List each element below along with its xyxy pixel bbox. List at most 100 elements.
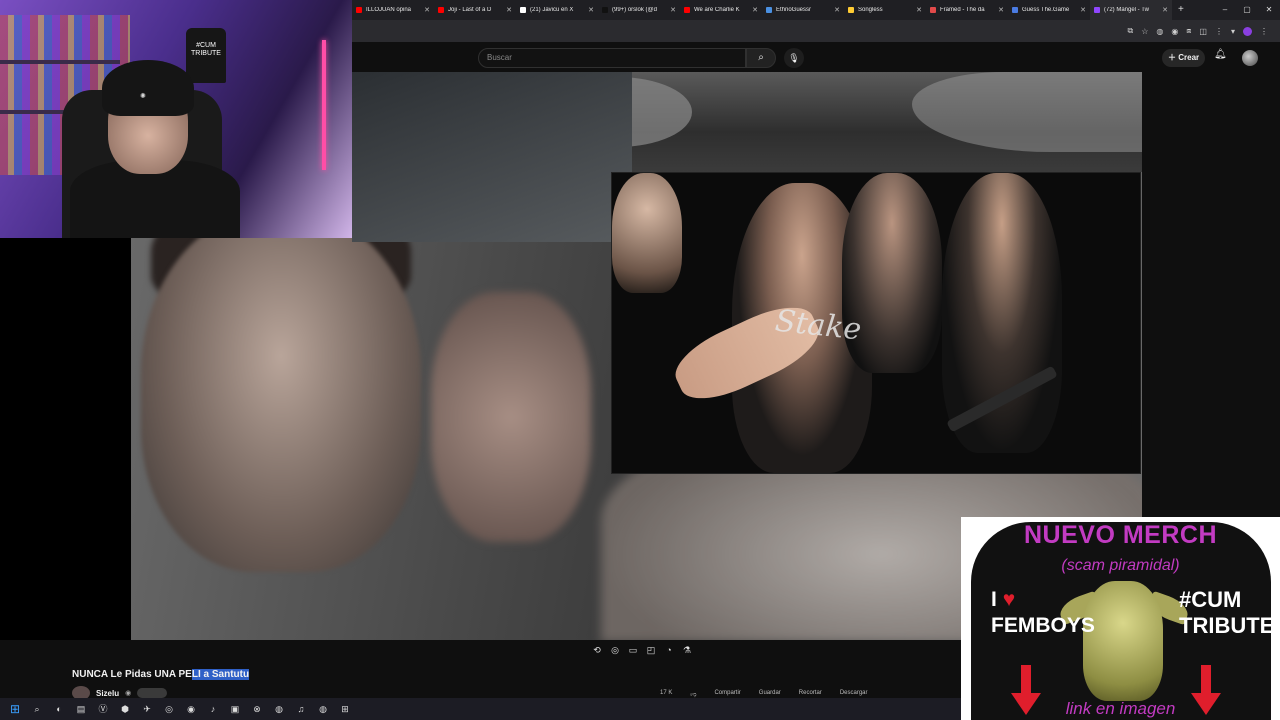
- loop-icon[interactable]: ⟲: [592, 645, 602, 656]
- menu-icon[interactable]: ⋮: [1215, 27, 1223, 36]
- browser-tab[interactable]: (21) Javicu en X ✕: [516, 0, 598, 20]
- account-avatar[interactable]: [1242, 50, 1258, 66]
- bookmark-star-icon[interactable]: ☆: [1141, 27, 1148, 36]
- screenshot-icon[interactable]: ◰: [646, 645, 656, 656]
- merch-title: NUEVO MERCH: [1023, 521, 1217, 549]
- sidebar-icon[interactable]: ◫: [1199, 27, 1207, 36]
- miniplayer-icon[interactable]: ▭: [628, 645, 638, 656]
- browser-menu-icon[interactable]: ⋮: [1260, 27, 1268, 36]
- tab-close-icon[interactable]: ✕: [1162, 6, 1168, 14]
- tab-favicon-icon: [438, 7, 444, 13]
- tab-favicon-icon: [684, 7, 690, 13]
- video-title-selection: LI a Santutu: [191, 669, 250, 680]
- channel-name[interactable]: Sizelu: [96, 689, 119, 698]
- taskbar-chrome-icon[interactable]: ♫: [294, 702, 308, 716]
- taskbar-steam-icon[interactable]: ◐: [52, 702, 66, 716]
- taskbar-store-icon[interactable]: ⊗: [250, 702, 264, 716]
- video-title: NUNCA Le Pidas UNA PELI a Santutu: [72, 669, 250, 680]
- clip-button[interactable]: Recortar: [799, 690, 822, 698]
- neon-light: [322, 40, 326, 170]
- extension-icon[interactable]: ◍: [1156, 27, 1163, 36]
- goblin-image: [1083, 581, 1163, 701]
- like-button[interactable]: 17 K: [660, 690, 672, 698]
- tab-search-icon[interactable]: ▾: [1231, 27, 1235, 36]
- taskbar-xbox-icon[interactable]: ◍: [272, 702, 286, 716]
- taskbar-v-icon[interactable]: ⬢: [118, 702, 132, 716]
- taskbar-folder-icon[interactable]: ✈: [140, 702, 154, 716]
- extension-icon[interactable]: ◉: [1171, 27, 1178, 36]
- close-icon[interactable]: ✕: [1258, 0, 1280, 20]
- tab-close-icon[interactable]: ✕: [670, 6, 676, 14]
- tab-close-icon[interactable]: ✕: [1080, 6, 1086, 14]
- video-frame-left: [352, 72, 632, 242]
- tab-close-icon[interactable]: ✕: [752, 6, 758, 14]
- browser-tab[interactable]: Framed - The da ✕: [926, 0, 1008, 20]
- tab-close-icon[interactable]: ✕: [424, 6, 430, 14]
- browser-toolbar: ⧉ ☆ ◍ ◉ ⧈ ◫ ⋮ ▾ ⋮: [352, 20, 1280, 42]
- taskbar-discord-icon[interactable]: ♪: [206, 702, 220, 716]
- person-figure: [612, 173, 682, 293]
- browser-tab[interactable]: (72) Mangel - Tw ✕: [1090, 0, 1172, 20]
- taskbar-edge-icon[interactable]: ▤: [74, 702, 88, 716]
- subscribe-button[interactable]: [137, 688, 168, 698]
- taskbar-app-icon[interactable]: Ⓥ: [96, 702, 110, 716]
- tab-close-icon[interactable]: ✕: [998, 6, 1004, 14]
- blurred-face: [141, 212, 421, 572]
- taskbar-search-icon[interactable]: ⌕: [30, 702, 44, 716]
- verified-icon: ◉: [125, 690, 132, 697]
- lab-icon[interactable]: ⚗: [682, 645, 692, 656]
- speed-icon[interactable]: ◔: [664, 645, 674, 656]
- tab-close-icon[interactable]: ✕: [588, 6, 594, 14]
- browser-tab[interactable]: Joji - Last of a D ✕: [434, 0, 516, 20]
- os-taskbar: ⊞ ⌕ ◐ ▤ Ⓥ ⬢ ✈ ◎ ◉ ♪ ▣ ⊗ ◍ ♫ ◍ ⊞: [0, 698, 961, 720]
- download-button[interactable]: Descargar: [840, 690, 868, 698]
- browser-tab[interactable]: ILLOJUAN opina ✕: [352, 0, 434, 20]
- tab-close-icon[interactable]: ✕: [834, 6, 840, 14]
- puzzle-icon[interactable]: ⧈: [1186, 26, 1191, 36]
- browser-tab[interactable]: Songless ✕: [844, 0, 926, 20]
- search-icon: ⌕: [758, 52, 764, 63]
- new-tab-button[interactable]: +: [1172, 0, 1190, 20]
- create-button[interactable]: ＋ Crear: [1162, 49, 1206, 67]
- share-button[interactable]: Compartir: [714, 690, 740, 698]
- taskbar-tiktok-icon[interactable]: ▣: [228, 702, 242, 716]
- youtube-header: Buscar ⌕ 🎙︎ ＋ Crear 🔔︎: [352, 42, 1280, 72]
- browser-tab[interactable]: Guess The.Game ✕: [1008, 0, 1090, 20]
- window-controls: – ▢ ✕: [1214, 0, 1280, 20]
- minimize-icon[interactable]: –: [1214, 0, 1236, 20]
- tab-title: (21) Javicu en X: [530, 7, 574, 13]
- tab-title: EthnoGuessr: [776, 7, 812, 13]
- browser-tab[interactable]: EthnoGuessr ✕: [762, 0, 844, 20]
- notifications-bell-icon[interactable]: 🔔︎: [1214, 49, 1227, 60]
- merch-tribute: TRIBUTE: [1179, 613, 1275, 638]
- hanging-shirt: #CUM TRIBUTE: [186, 28, 226, 83]
- audio-icon[interactable]: ◎: [610, 645, 620, 656]
- search-input[interactable]: Buscar: [478, 48, 746, 68]
- taskbar-telegram-icon[interactable]: ◎: [162, 702, 176, 716]
- maximize-icon[interactable]: ▢: [1236, 0, 1258, 20]
- merch-femboys: FEMBOYS: [991, 614, 1095, 637]
- blurred-hand: [431, 292, 591, 542]
- tab-close-icon[interactable]: ✕: [506, 6, 512, 14]
- browser-tab[interactable]: We are Charlie K ✕: [680, 0, 762, 20]
- dislike-button[interactable]: 👎︎: [690, 690, 696, 698]
- save-button[interactable]: Guardar: [759, 690, 781, 698]
- taskbar-chrome-icon[interactable]: ⊞: [338, 702, 352, 716]
- mic-icon: 🎙︎: [788, 53, 800, 63]
- tab-favicon-icon: [602, 7, 608, 13]
- tab-favicon-icon: [1094, 7, 1100, 13]
- profile-avatar[interactable]: [1243, 26, 1252, 36]
- cast-icon[interactable]: ⧉: [1127, 26, 1133, 36]
- tab-close-icon[interactable]: ✕: [916, 6, 922, 14]
- blurred-shape: [912, 72, 1142, 152]
- video-title-text: NUNCA Le Pidas UNA PE: [72, 669, 192, 680]
- search-button[interactable]: ⌕: [746, 48, 776, 68]
- voice-search-button[interactable]: 🎙︎: [784, 48, 804, 68]
- tab-list: ILLOJUAN opina ✕ Joji - Last of a D ✕ (21) J…: [352, 0, 1190, 20]
- tab-title: Joji - Last of a D: [448, 7, 492, 13]
- browser-tab[interactable]: (99+) orslok (@d ✕: [598, 0, 680, 20]
- tab-title: Framed - The da: [940, 7, 985, 13]
- taskbar-obs-icon[interactable]: ◉: [184, 702, 198, 716]
- taskbar-spotify-icon[interactable]: ◍: [316, 702, 330, 716]
- taskbar-windows-icon[interactable]: ⊞: [8, 702, 22, 716]
